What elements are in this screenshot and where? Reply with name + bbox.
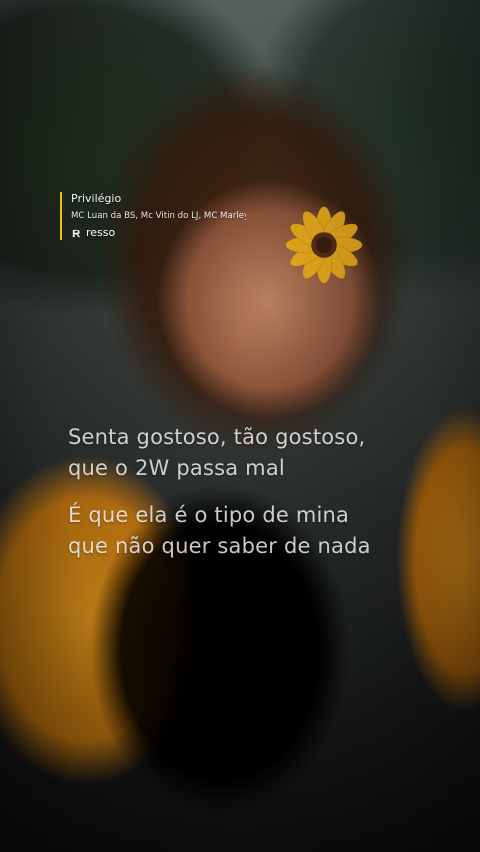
lyrics-verse-2: É que ela é o tipo de mina que não quer … [68,500,371,562]
lyrics-line: É que ela é o tipo de mina [68,503,350,527]
resso-logo-icon [72,229,81,237]
brand: resso [71,226,246,240]
track-title: Privilégio [71,192,122,205]
lyrics-line: Senta gostoso, tão gostoso, [68,425,366,449]
lyrics-line: que o 2W passa mal [68,456,285,480]
track-info: Privilégio MC Luan da BS, Mc Vitin do LJ… [60,192,246,240]
lyrics-verse-1: Senta gostoso, tão gostoso, que o 2W pas… [68,422,371,484]
lyrics: Senta gostoso, tão gostoso, que o 2W pas… [68,422,371,562]
lyrics-line: que não quer saber de nada [68,534,371,558]
brand-label: resso [86,226,116,239]
track-artists: MC Luan da BS, Mc Vitin do LJ, MC Marley [71,211,246,221]
